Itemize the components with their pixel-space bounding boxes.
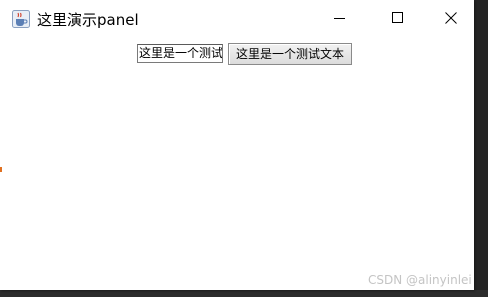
close-icon [444, 9, 457, 28]
demo-panel: 这里是一个测试 这里是一个测试文本 [0, 37, 474, 290]
minimize-button[interactable] [311, 0, 369, 37]
maximize-button[interactable] [369, 0, 427, 37]
test-text-button[interactable]: 这里是一个测试文本 [228, 43, 352, 65]
app-window: 这里演示panel 这里是一个测试 这里是一个测试文本 CSDN @alinyi… [0, 0, 474, 290]
close-button[interactable] [427, 0, 474, 37]
title-bar[interactable]: 这里演示panel [0, 0, 474, 37]
desktop-background [474, 0, 488, 297]
window-title: 这里演示panel [37, 11, 139, 29]
maximize-icon [392, 9, 404, 28]
minimize-icon [334, 9, 346, 28]
desktop-edge-marker [0, 167, 2, 172]
java-cup-icon [12, 10, 30, 28]
watermark: CSDN @alinyinlei [368, 273, 472, 287]
text-field[interactable]: 这里是一个测试 [137, 44, 223, 63]
desktop-taskbar-edge [0, 290, 488, 297]
